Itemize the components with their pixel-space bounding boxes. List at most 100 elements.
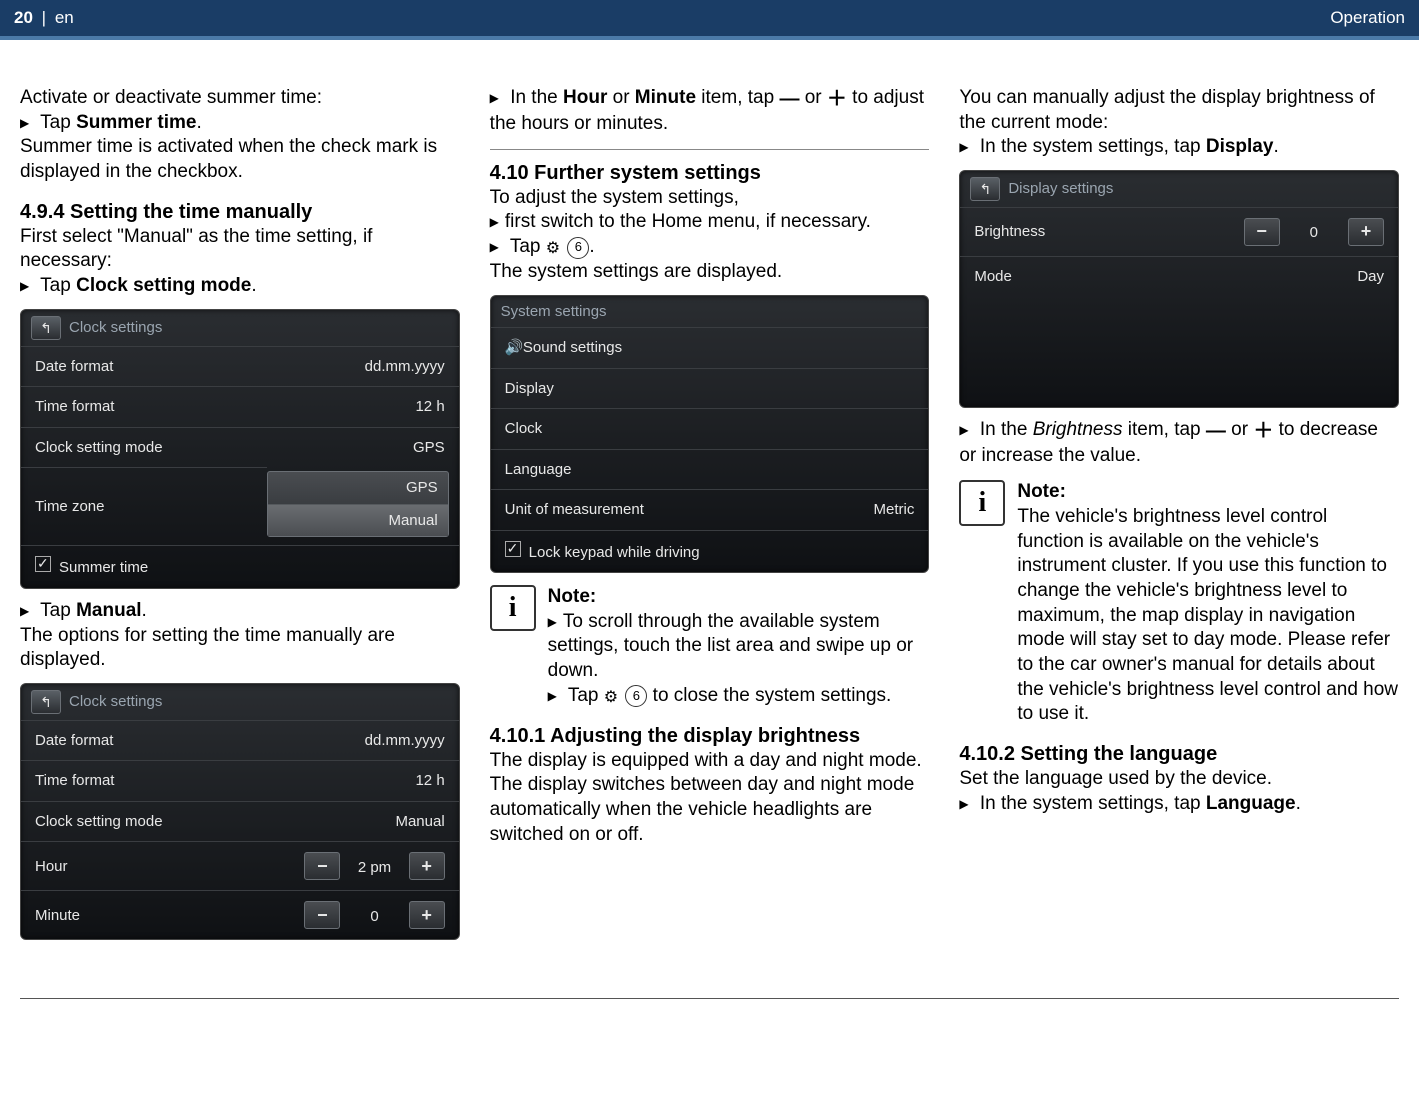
panel-title: ↰ Display settings [960, 171, 1398, 207]
step: Tap ⚙ 6. [490, 235, 930, 260]
back-icon[interactable]: ↰ [31, 690, 61, 714]
row-sound-settings[interactable]: 🔊 Sound settings [491, 327, 929, 368]
panel-title: ↰ Clock settings [21, 310, 459, 346]
note-title: Note: [1017, 480, 1399, 505]
back-icon[interactable]: ↰ [970, 177, 1000, 201]
para: The system settings are displayed. [490, 260, 930, 285]
lang-sep: | [42, 8, 46, 27]
plus-icon: ＋ [827, 88, 847, 110]
row-clock-setting-mode[interactable]: Clock setting mode GPS [21, 427, 459, 468]
row-time-format[interactable]: Time format 12 h [21, 760, 459, 801]
speaker-icon: 🔊 [505, 338, 519, 358]
note-box: i Note: The vehicle's brightness level c… [959, 480, 1399, 727]
page-number: 20 [14, 8, 33, 27]
info-icon: i [490, 585, 536, 631]
checkbox-icon[interactable] [35, 556, 51, 572]
row-display[interactable]: Display [491, 368, 929, 409]
step: In the Brightness item, tap — or ＋ to de… [959, 418, 1399, 469]
minus-icon: — [1206, 420, 1226, 442]
minute-value: 0 [345, 907, 405, 927]
dropdown-option-manual[interactable]: Manual [268, 505, 448, 537]
minus-icon: — [779, 88, 799, 110]
ref-number-6: 6 [625, 685, 647, 707]
heading-4101: 4.10.1 Adjusting the display brightness [490, 723, 930, 749]
plus-icon: ＋ [1253, 420, 1273, 442]
row-time-zone[interactable]: Time zone [21, 467, 267, 545]
para: Activate or deactivate summer time: [20, 86, 460, 111]
step: Tap Clock setting mode. [20, 274, 460, 299]
row-language[interactable]: Language [491, 449, 929, 490]
row-date-format[interactable]: Date format dd.mm.yyyy [21, 346, 459, 387]
para: The display is equipped with a day and n… [490, 749, 930, 848]
panel-title-text: Clock settings [69, 692, 162, 712]
row-brightness: Brightness − 0 + [960, 207, 1398, 256]
page-header: 20 | en Operation [0, 0, 1419, 36]
column-2: In the Hour or Minute item, tap — or ＋ t… [490, 86, 930, 950]
gear-icon: ⚙ [546, 240, 560, 257]
step: Tap Manual. [20, 599, 460, 624]
para: The options for setting the time manuall… [20, 624, 460, 673]
clock-mode-dropdown[interactable]: GPS Manual [267, 471, 449, 537]
note-content: Note: The vehicle's brightness level con… [1017, 480, 1399, 727]
display-settings-panel: ↰ Display settings Brightness − 0 + Mode… [959, 170, 1399, 408]
brightness-value: 0 [1284, 223, 1344, 243]
divider [490, 149, 930, 150]
step: In the Hour or Minute item, tap — or ＋ t… [490, 86, 930, 137]
minus-button[interactable]: − [304, 901, 340, 929]
minus-button[interactable]: − [1244, 218, 1280, 246]
system-settings-panel: System settings 🔊 Sound settings Display… [490, 295, 930, 574]
section-title: Operation [1330, 8, 1405, 28]
clock-settings-panel-2: ↰ Clock settings Date format dd.mm.yyyy … [20, 683, 460, 941]
column-3: You can manually adjust the display brig… [959, 86, 1399, 950]
para: You can manually adjust the display brig… [959, 86, 1399, 135]
heading-410: 4.10 Further system settings [490, 160, 930, 186]
step: In the system settings, tap Display. [959, 135, 1399, 160]
footer-line [20, 998, 1399, 999]
note-body: The vehicle's brightness level control f… [1017, 505, 1399, 727]
note-box: i Note: To scroll through the available … [490, 585, 930, 709]
heading-494: 4.9.4 Setting the time manually [20, 199, 460, 225]
step: Tap Summer time. [20, 111, 460, 136]
note-step: To scroll through the available system s… [548, 610, 930, 684]
row-time-format[interactable]: Time format 12 h [21, 386, 459, 427]
plus-button[interactable]: + [1348, 218, 1384, 246]
page-number-block: 20 | en [14, 8, 74, 28]
clock-settings-panel-1: ↰ Clock settings Date format dd.mm.yyyy … [20, 309, 460, 589]
ref-number-6: 6 [567, 237, 589, 259]
panel-title-text: System settings [501, 302, 607, 322]
row-unit-of-measurement[interactable]: Unit of measurement Metric [491, 489, 929, 530]
para: Set the language used by the device. [959, 767, 1399, 792]
panel-title: ↰ Clock settings [21, 684, 459, 720]
para: Summer time is activated when the check … [20, 135, 460, 184]
note-title: Note: [548, 585, 930, 610]
row-summer-time[interactable]: Summer time [21, 545, 459, 588]
panel-title-text: Clock settings [69, 318, 162, 338]
row-lock-keypad[interactable]: Lock keypad while driving [491, 530, 929, 573]
row-mode[interactable]: Mode Day [960, 256, 1398, 297]
note-content: Note: To scroll through the available sy… [548, 585, 930, 709]
row-hour: Hour − 2 pm + [21, 841, 459, 890]
column-1: Activate or deactivate summer time: Tap … [20, 86, 460, 950]
plus-button[interactable]: + [409, 852, 445, 880]
para: To adjust the system settings, [490, 186, 930, 211]
panel-spacer [960, 297, 1398, 407]
plus-button[interactable]: + [409, 901, 445, 929]
minus-button[interactable]: − [304, 852, 340, 880]
step: In the system settings, tap Language. [959, 792, 1399, 817]
dropdown-option-gps[interactable]: GPS [268, 472, 448, 505]
gear-icon: ⚙ [604, 689, 618, 706]
row-clock[interactable]: Clock [491, 408, 929, 449]
heading-4102: 4.10.2 Setting the language [959, 741, 1399, 767]
checkbox-icon[interactable] [505, 541, 521, 557]
panel-title: System settings [491, 296, 929, 328]
back-icon[interactable]: ↰ [31, 316, 61, 340]
note-step: Tap ⚙ 6 to close the system settings. [548, 684, 930, 709]
panel-title-text: Display settings [1008, 179, 1113, 199]
para: First select "Manual" as the time settin… [20, 225, 460, 274]
row-date-format[interactable]: Date format dd.mm.yyyy [21, 720, 459, 761]
hour-value: 2 pm [345, 858, 405, 878]
step: first switch to the Home menu, if necess… [490, 210, 930, 235]
row-clock-setting-mode[interactable]: Clock setting mode Manual [21, 801, 459, 842]
lang-code: en [55, 8, 74, 27]
info-icon: i [959, 480, 1005, 526]
